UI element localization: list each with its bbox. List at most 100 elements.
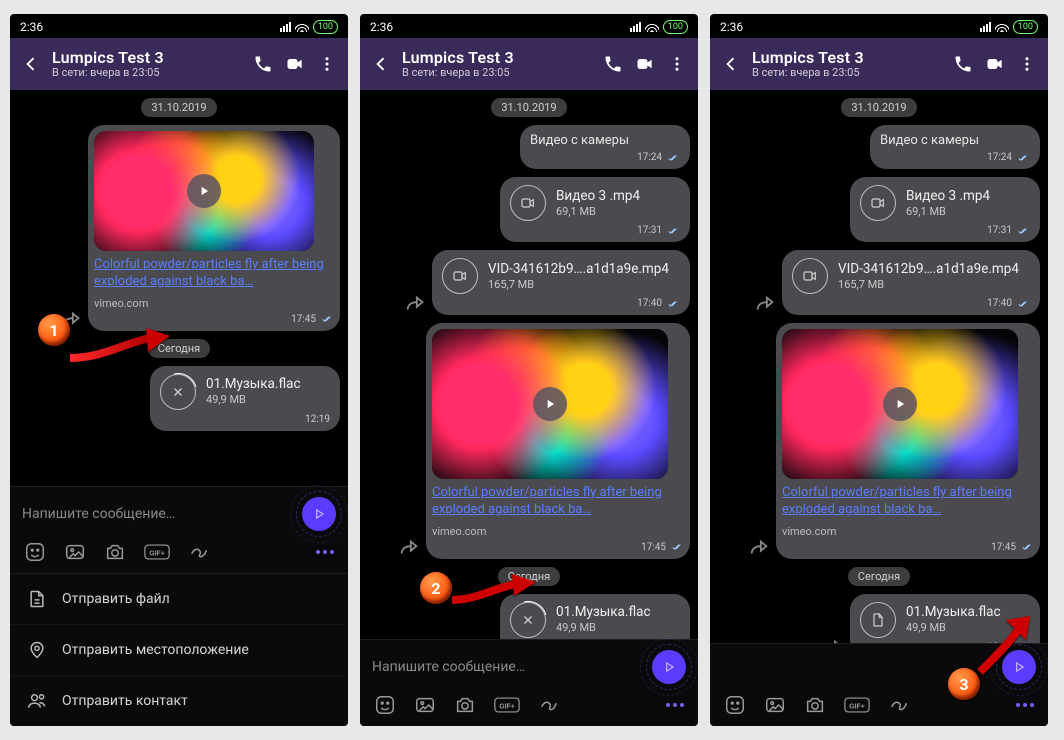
camera-icon[interactable] (454, 694, 476, 716)
camera-icon[interactable] (104, 541, 126, 563)
back-button[interactable] (366, 49, 396, 79)
attach-file-item[interactable]: Отправить файл (10, 574, 348, 625)
message-row-link: Colorful powder/particles fly after bein… (18, 125, 340, 331)
more-attach-icon[interactable] (666, 703, 684, 707)
contact-status: В сети: вчера в 23:05 (402, 67, 592, 79)
msg-time: 17:45 (291, 314, 316, 325)
svg-text:GIF+: GIF+ (499, 703, 515, 710)
link-title[interactable]: Colorful powder/particles fly after bein… (782, 485, 1034, 519)
doodle-icon[interactable] (888, 694, 910, 716)
compose-placeholder[interactable]: Напишите сообщение… (372, 659, 642, 675)
more-button[interactable] (662, 49, 692, 79)
date-chip-old: 31.10.2019 (718, 98, 1040, 117)
gif-icon[interactable]: GIF+ (144, 543, 170, 561)
document-icon[interactable] (860, 602, 896, 638)
voice-message-button[interactable] (652, 650, 686, 684)
link-title[interactable]: Colorful powder/particles fly after bein… (94, 257, 334, 291)
gallery-icon[interactable] (414, 694, 436, 716)
video-file-icon[interactable] (792, 258, 828, 294)
attach-location-item[interactable]: Отправить местоположение (10, 625, 348, 676)
gallery-icon[interactable] (764, 694, 786, 716)
input-area-1: Напишите сообщение… GIF+ Отправить файл (10, 486, 348, 726)
link-thumbnail[interactable] (782, 329, 1018, 479)
more-attach-icon[interactable] (1016, 703, 1034, 707)
video-call-button[interactable] (630, 49, 660, 79)
more-attach-icon[interactable] (316, 550, 334, 554)
attach-contact-item[interactable]: Отправить контакт (10, 676, 348, 726)
signal-icon (980, 22, 991, 32)
compose-placeholder[interactable]: Напишите сообщение… (22, 506, 292, 522)
forward-icon[interactable] (822, 637, 844, 643)
header-title-block[interactable]: Lumpics Test 3 В сети: вчера в 23:05 (52, 49, 242, 79)
header-title-block[interactable]: Lumpics Test 3 В сети: вчера в 23:05 (402, 49, 592, 79)
gif-icon[interactable]: GIF+ (494, 696, 520, 714)
voice-message-button[interactable] (302, 497, 336, 531)
chat-scroll-2[interactable]: 31.10.2019 Видео с камеры 17:24 Видео 3 … (360, 90, 698, 639)
compose-row[interactable]: Напишите сообщение… (360, 640, 698, 690)
file-bubble-uploading[interactable]: 01.Музыка.flac 49,9 MB 12:19 (150, 366, 340, 431)
file-bubble-vid341[interactable]: VID-341612b9….a1d1a9e.mp4 165,7 MB 17:40 (782, 250, 1040, 315)
forward-icon[interactable] (754, 293, 776, 315)
forward-icon[interactable] (398, 537, 420, 559)
play-icon[interactable] (533, 387, 567, 421)
link-preview-bubble[interactable]: Colorful powder/particles fly after bein… (776, 323, 1040, 559)
file-name: Видео 3 .mp4 (906, 188, 990, 205)
read-ticks-icon (1016, 153, 1030, 163)
file-bubble-vid341[interactable]: VID-341612b9….a1d1a9e.mp4 165,7 MB 17:40 (432, 250, 690, 315)
more-button[interactable] (312, 49, 342, 79)
play-icon[interactable] (883, 387, 917, 421)
header-title-block[interactable]: Lumpics Test 3 В сети: вчера в 23:05 (752, 49, 942, 79)
link-thumbnail[interactable] (94, 131, 314, 251)
file-name: VID-341612b9….a1d1a9e.mp4 (838, 261, 1019, 278)
voice-call-button[interactable] (248, 49, 278, 79)
status-right: 100 (630, 20, 688, 34)
camera-icon[interactable] (804, 694, 826, 716)
cancel-upload-icon[interactable] (160, 374, 196, 410)
sticker-icon[interactable] (374, 694, 396, 716)
sticker-icon[interactable] (724, 694, 746, 716)
annotation-badge-2: 2 (420, 572, 452, 604)
video-file-icon[interactable] (442, 258, 478, 294)
forward-icon[interactable] (404, 293, 426, 315)
file-bubble-video3[interactable]: Видео 3 .mp4 69,1 MB 17:31 (500, 177, 690, 242)
video-file-icon[interactable] (510, 185, 546, 221)
video-file-icon[interactable] (860, 185, 896, 221)
forward-icon[interactable] (748, 537, 770, 559)
message-row-camera: Видео с камеры 17:24 (368, 125, 690, 169)
chat-header: Lumpics Test 3 В сети: вчера в 23:05 (10, 38, 348, 90)
voice-call-button[interactable] (598, 49, 628, 79)
contact-status: В сети: вчера в 23:05 (752, 67, 942, 79)
link-thumbnail[interactable] (432, 329, 668, 479)
text-bubble-camera[interactable]: Видео с камеры 17:24 (870, 125, 1040, 169)
doodle-icon[interactable] (538, 694, 560, 716)
msg-time: 12:19 (305, 414, 330, 425)
link-preview-bubble[interactable]: Colorful powder/particles fly after bein… (88, 125, 340, 331)
chat-scroll-1[interactable]: 31.10.2019 Colorful powder/particles fly… (10, 90, 348, 486)
video-call-button[interactable] (980, 49, 1010, 79)
back-button[interactable] (716, 49, 746, 79)
file-bubble-video3[interactable]: Видео 3 .mp4 69,1 MB 17:31 (850, 177, 1040, 242)
input-area-2: Напишите сообщение… GIF+ (360, 639, 698, 726)
video-call-button[interactable] (280, 49, 310, 79)
msg-time: 17:31 (637, 225, 662, 236)
phone-2: 2:36 100 Lumpics Test 3 В сети: вчера в … (360, 14, 698, 726)
gif-icon[interactable]: GIF+ (844, 696, 870, 714)
file-size: 69,1 MB (556, 205, 640, 219)
compose-row[interactable]: Напишите сообщение… (10, 487, 348, 537)
msg-text: Видео с камеры (530, 133, 629, 148)
sticker-icon[interactable] (24, 541, 46, 563)
chat-scroll-3[interactable]: 31.10.2019 Видео с камеры 17:24 Видео 3 … (710, 90, 1048, 643)
text-bubble-camera[interactable]: Видео с камеры 17:24 (520, 125, 690, 169)
gallery-icon[interactable] (64, 541, 86, 563)
msg-time: 17:31 (987, 225, 1012, 236)
link-title[interactable]: Colorful powder/particles fly after bein… (432, 485, 684, 519)
voice-call-button[interactable] (948, 49, 978, 79)
read-ticks-icon (670, 542, 684, 552)
link-preview-bubble[interactable]: Colorful powder/particles fly after bein… (426, 323, 690, 559)
doodle-icon[interactable] (188, 541, 210, 563)
file-size: 69,1 MB (906, 205, 990, 219)
contact-name: Lumpics Test 3 (752, 49, 942, 67)
play-icon[interactable] (187, 174, 221, 208)
back-button[interactable] (16, 49, 46, 79)
more-button[interactable] (1012, 49, 1042, 79)
